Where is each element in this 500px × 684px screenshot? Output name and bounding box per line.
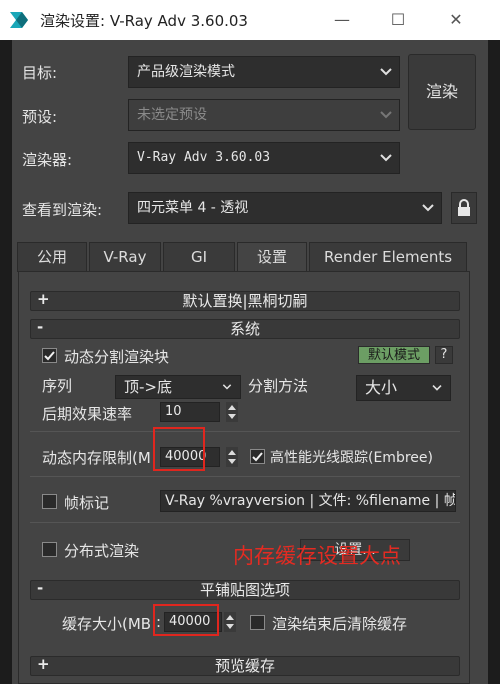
chevron-down-icon [379, 57, 393, 87]
rollout-tiled-texture[interactable]: - 平铺贴图选项 [30, 579, 460, 600]
preset-value: 未选定预设 [137, 107, 207, 123]
distributed-render-label: 分布式渲染 [64, 542, 140, 560]
chevron-down-icon [220, 376, 234, 398]
annotation-text: 内存缓存设置大点 [233, 544, 401, 568]
dynamic-memory-label: 动态内存限制(M [42, 449, 151, 467]
sequence-value: 顶->底 [124, 378, 172, 396]
rollout-title: 默认置换|黑桐切嗣 [182, 292, 308, 310]
default-mode-button[interactable]: 默认模式 [358, 346, 430, 364]
spinner-arrows-icon[interactable] [224, 612, 236, 632]
tab-gi[interactable]: GI [163, 242, 235, 272]
tab-common[interactable]: 公用 [17, 242, 87, 272]
split-method-value: 大小 [365, 378, 398, 397]
spinner-arrows-icon[interactable] [226, 402, 238, 422]
minimize-button[interactable]: — [330, 8, 354, 32]
title-bar: 渲染设置: V-Ray Adv 3.60.03 — ☐ ✕ [0, 0, 500, 40]
renderer-label: 渲染器: [22, 151, 73, 169]
spinner-arrows-icon[interactable] [226, 447, 238, 467]
preset-dropdown[interactable]: 未选定预设 [128, 99, 400, 131]
chevron-down-icon [379, 143, 393, 173]
window-title: 渲染设置: V-Ray Adv 3.60.03 [40, 12, 248, 30]
rollout-title: 预览缓存 [214, 657, 275, 675]
checkmark-icon [44, 351, 55, 361]
rollout-system[interactable]: - 系统 [30, 318, 460, 339]
view-to-render-value: 四元菜单 4 - 透视 [137, 200, 249, 216]
renderer-dropdown[interactable]: V-Ray Adv 3.60.03 [128, 142, 400, 174]
chevron-down-icon [430, 376, 444, 400]
renderer-value: V-Ray Adv 3.60.03 [137, 150, 271, 165]
view-to-render-dropdown[interactable]: 四元菜单 4 - 透视 [128, 192, 442, 224]
frame-stamp-label: 帧标记 [64, 494, 110, 512]
target-dropdown[interactable]: 产品级渲染模式 [128, 56, 400, 88]
lock-icon [458, 199, 470, 216]
distributed-render-checkbox[interactable] [42, 542, 57, 557]
dynamic-split-label: 动态分割渲染块 [64, 348, 170, 366]
render-button[interactable]: 渲染 [408, 54, 476, 130]
chevron-down-icon [421, 193, 435, 223]
3dsmax-logo-icon [8, 9, 30, 31]
tab-settings[interactable]: 设置 [237, 242, 307, 274]
post-effects-rate-label: 后期效果速率 [42, 405, 133, 423]
highlight-box [153, 604, 219, 636]
divider [30, 431, 460, 432]
divider [30, 476, 460, 477]
rollout-title: 系统 [229, 320, 260, 338]
divider [30, 522, 460, 523]
chevron-down-icon [379, 100, 393, 130]
highlight-box [153, 427, 205, 471]
frame-stamp-template-input[interactable]: V-Ray %vrayversion | 文件: %filename | 帧 [160, 490, 456, 512]
close-button[interactable]: ✕ [444, 8, 468, 32]
target-label: 目标: [22, 64, 58, 82]
tab-render-elements[interactable]: Render Elements [309, 242, 467, 272]
split-method-dropdown[interactable]: 大小 [356, 375, 451, 401]
checkmark-icon [252, 452, 263, 462]
rollout-title: 平铺贴图选项 [199, 581, 290, 599]
frame-stamp-checkbox[interactable] [42, 494, 57, 509]
embree-label: 高性能光线跟踪(Embree) [270, 450, 433, 466]
tab-vray[interactable]: V-Ray [89, 242, 161, 272]
clear-cache-label: 渲染结束后清除缓存 [272, 615, 408, 633]
view-to-render-label: 查看到渲染: [22, 201, 103, 219]
maximize-button[interactable]: ☐ [386, 8, 410, 32]
post-effects-rate-input[interactable]: 10 [160, 402, 220, 422]
help-button[interactable]: ? [435, 346, 453, 364]
cache-size-label: 缓存大小(MB [62, 615, 152, 633]
lock-view-button[interactable] [451, 192, 477, 224]
sequence-dropdown[interactable]: 顶->底 [115, 375, 241, 399]
dynamic-split-checkbox[interactable] [42, 348, 57, 363]
rollout-preview-cache[interactable]: + 预览缓存 [30, 655, 460, 676]
target-value: 产品级渲染模式 [137, 64, 235, 80]
clear-cache-checkbox[interactable] [250, 615, 265, 630]
preset-label: 预设: [22, 108, 58, 126]
embree-checkbox[interactable] [250, 449, 265, 464]
sequence-label: 序列 [42, 377, 73, 395]
split-method-label: 分割方法 [248, 377, 309, 395]
rollout-default-displacement[interactable]: + 默认置换|黑桐切嗣 [30, 290, 460, 311]
